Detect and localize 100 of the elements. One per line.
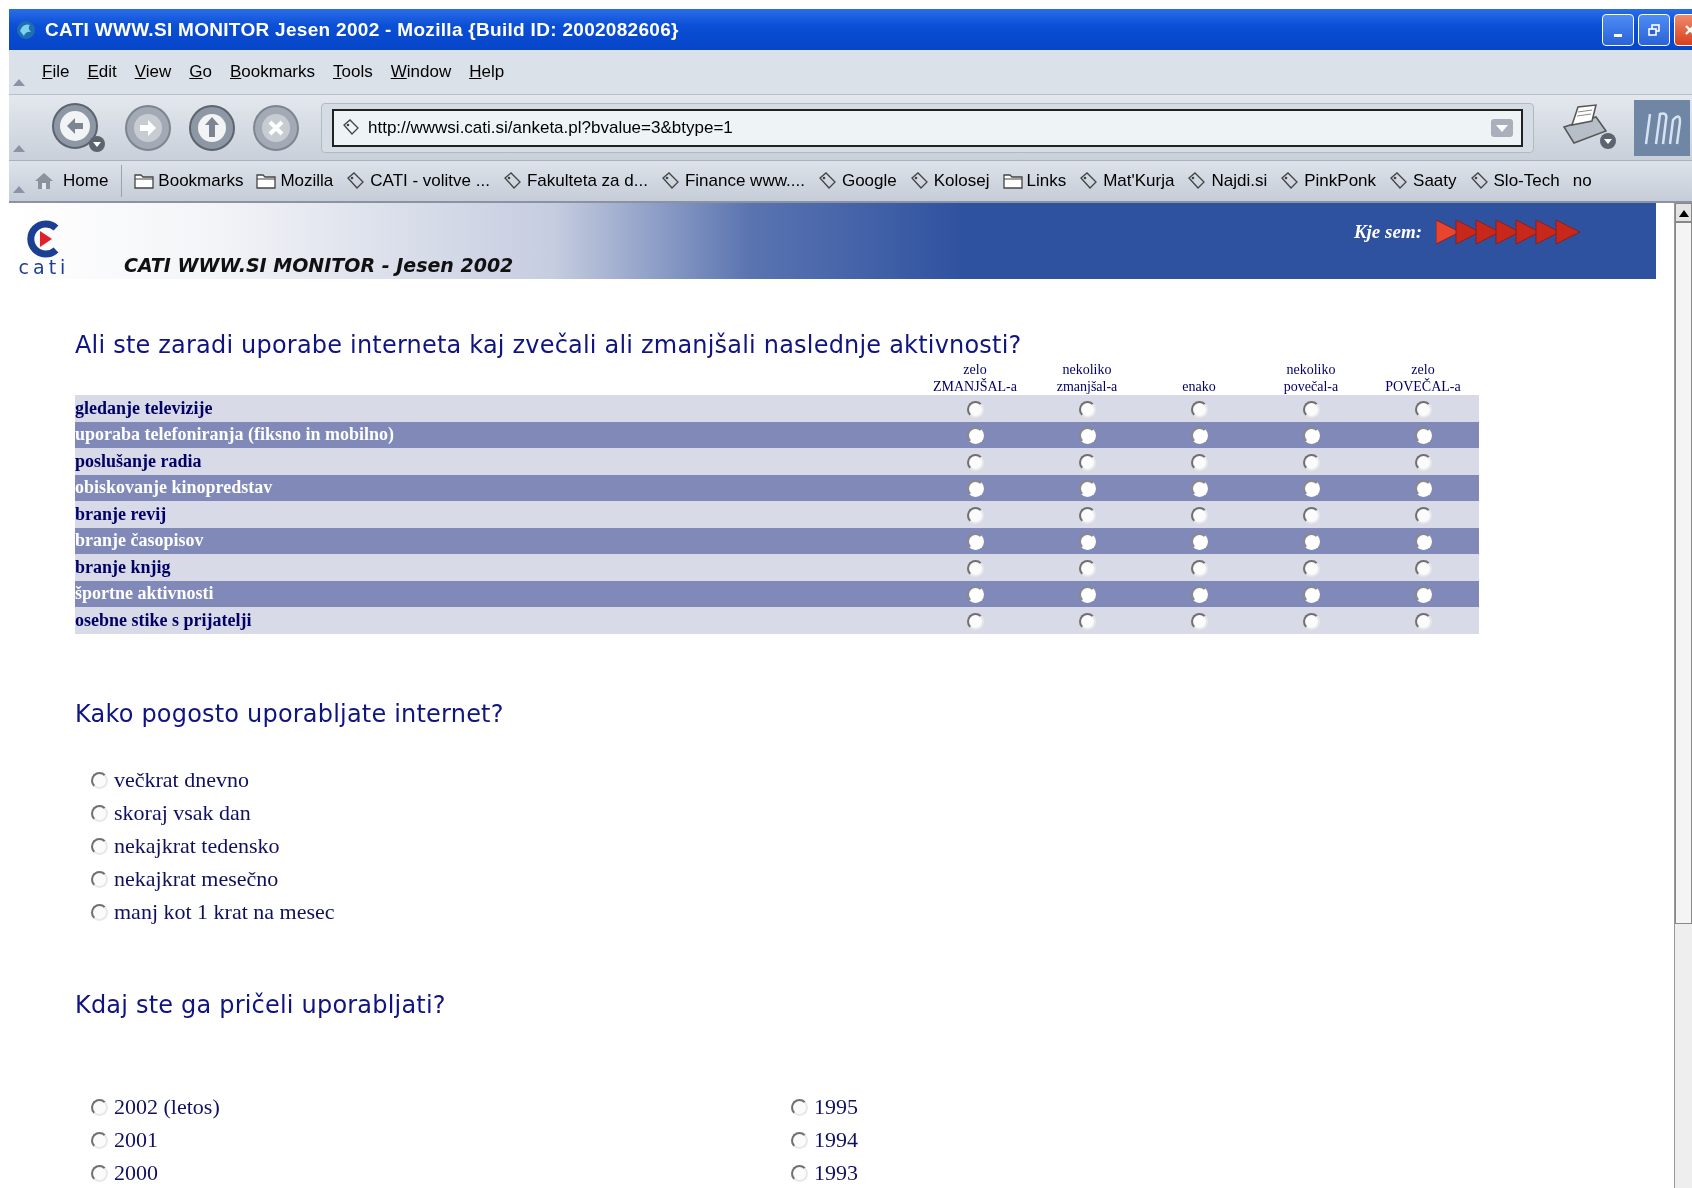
radio-button[interactable] [1078,506,1096,524]
radio-button[interactable] [966,506,984,524]
menu-item[interactable]: Tools [324,62,382,82]
bookmark-link[interactable]: Kolosej [933,171,990,191]
restore-button[interactable] [1638,13,1670,46]
radio-button[interactable] [1190,533,1208,551]
radio-button[interactable] [1414,559,1432,577]
menu-item[interactable]: View [125,62,181,82]
radio-button[interactable] [1078,559,1096,577]
radio-button[interactable] [1302,533,1320,551]
bookmark-link[interactable]: Najdi.si [1211,171,1268,191]
radio-button[interactable] [1078,533,1096,551]
grip-icon[interactable] [13,185,25,193]
radio-button[interactable] [91,771,108,789]
radio-button[interactable] [1302,559,1320,577]
radio-button[interactable] [1078,480,1096,498]
menu-item[interactable]: Edit [78,62,126,82]
radio-button[interactable] [91,1164,108,1182]
question-heading: Kako pogosto uporabljate internet? [75,699,505,728]
folder-icon[interactable] [1002,172,1023,190]
menu-item[interactable]: Window [381,62,461,82]
radio-button[interactable] [1414,533,1432,551]
radio-button[interactable] [1414,480,1432,498]
radio-button[interactable] [1078,453,1096,471]
folder-icon[interactable] [256,172,277,190]
radio-button[interactable] [1190,506,1208,524]
menu-item[interactable]: Bookmarks [221,62,324,82]
minimize-button[interactable] [1602,13,1634,46]
address-bar[interactable]: http://wwwsi.cati.si/anketa.pl?bvalue=3&btype=1 [332,108,1523,147]
grip-icon[interactable] [13,144,25,152]
radio-button[interactable] [966,533,984,551]
radio-button[interactable] [91,804,108,822]
radio-button[interactable] [1302,586,1320,604]
bookmark-icon[interactable] [1469,172,1490,190]
home-icon[interactable] [33,171,55,191]
radio-button[interactable] [966,559,984,577]
radio-button[interactable] [1414,586,1432,604]
forward-icon[interactable] [123,102,173,153]
radio-button[interactable] [1078,612,1096,630]
option-label: 2001 [114,1127,158,1153]
bookmark-link[interactable]: Mat'Kurja [1103,171,1175,191]
radio-button[interactable] [1414,427,1432,445]
bookmark-link[interactable]: Slo-Tech [1493,171,1560,191]
bookmark-link[interactable]: Mozilla [280,171,334,191]
bookmark-link[interactable]: Links [1026,171,1067,191]
radio-button[interactable] [966,612,984,630]
bookmark-link[interactable]: Home [63,171,109,191]
radio-button[interactable] [966,427,984,445]
menu-item[interactable]: Help [460,62,514,82]
radio-button[interactable] [91,1098,108,1116]
radio-button[interactable] [1414,400,1432,418]
radio-button[interactable] [91,903,108,921]
radio-button[interactable] [966,453,984,471]
menu-item[interactable]: File [33,62,79,82]
radio-button[interactable] [1078,427,1096,445]
radio-button[interactable] [1302,612,1320,630]
radio-button[interactable] [1190,586,1208,604]
radio-button[interactable] [1302,453,1320,471]
reload-icon[interactable] [187,102,237,153]
radio-button[interactable] [1190,559,1208,577]
radio-button[interactable] [791,1131,808,1149]
radio-button[interactable] [1190,427,1208,445]
stop-icon[interactable] [251,102,301,153]
radio-button[interactable] [1190,480,1208,498]
radio-button[interactable] [1302,427,1320,445]
scroll-up-icon[interactable] [1678,208,1689,217]
bookmark-link[interactable]: Bookmarks [158,171,244,191]
radio-button[interactable] [91,837,108,855]
bookmark-link[interactable]: Saaty [1413,171,1457,191]
radio-button[interactable] [966,480,984,498]
bookmark-link[interactable]: Google [841,171,897,191]
radio-button[interactable] [1302,506,1320,524]
radio-button[interactable] [1078,400,1096,418]
folder-icon[interactable] [134,172,155,190]
bookmark-link[interactable]: Fakulteta za d... [526,171,648,191]
radio-button[interactable] [966,586,984,604]
radio-button[interactable] [966,400,984,418]
menu-item[interactable]: Go [180,62,221,82]
bookmark-link[interactable]: no [1572,171,1592,191]
bookmark-icon[interactable] [909,172,930,190]
grip-icon[interactable] [13,78,25,86]
bookmark-link[interactable]: PinkPonk [1304,171,1377,191]
radio-button[interactable] [91,1131,108,1149]
radio-button[interactable] [91,870,108,888]
bookmark-icon[interactable] [502,172,523,190]
radio-button[interactable] [1190,453,1208,471]
bookmark-link[interactable]: Finance www.... [684,171,805,191]
radio-button[interactable] [1190,612,1208,630]
bookmark-link[interactable]: CATI - volitve ... [370,171,490,191]
radio-button[interactable] [791,1164,808,1182]
radio-button[interactable] [1414,612,1432,630]
radio-button[interactable] [1414,506,1432,524]
radio-button[interactable] [791,1098,808,1116]
radio-button[interactable] [1078,586,1096,604]
bookmark-icon[interactable] [660,172,681,190]
bookmark-icon[interactable] [817,172,838,190]
radio-button[interactable] [1302,480,1320,498]
radio-button[interactable] [1190,400,1208,418]
radio-button[interactable] [1302,400,1320,418]
radio-button[interactable] [1414,453,1432,471]
